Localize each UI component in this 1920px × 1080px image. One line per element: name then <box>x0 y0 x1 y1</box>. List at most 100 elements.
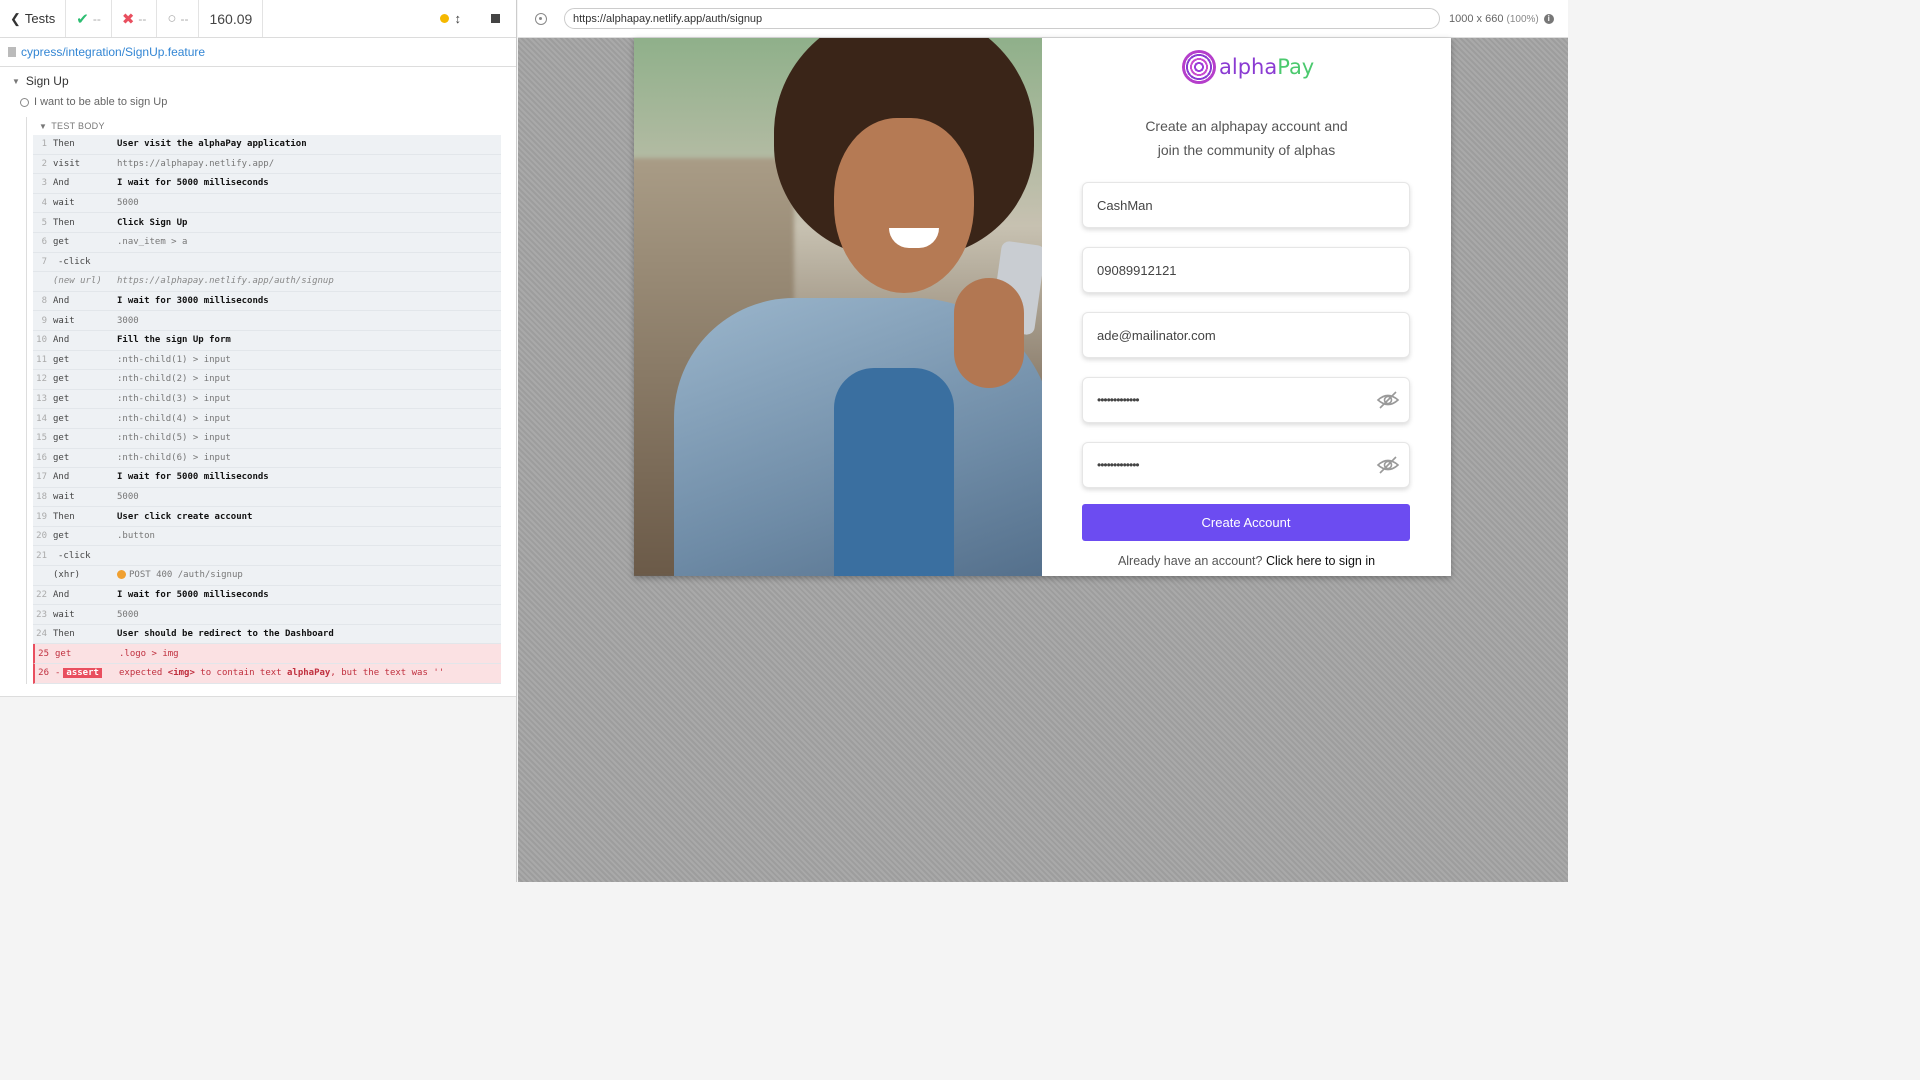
command-name: get <box>53 374 70 385</box>
command-name: Then <box>53 139 75 150</box>
command-row[interactable]: 10 And Fill the sign Up form <box>33 330 501 351</box>
command-message: :nth-child(3) > input <box>117 394 231 405</box>
command-row[interactable]: 6 get .nav_item > a <box>33 232 501 253</box>
aut-stage: alphaPay Create an alphapay account and … <box>518 38 1568 882</box>
command-row[interactable]: 3 And I wait for 5000 milliseconds <box>33 174 501 194</box>
assert-badge: assert <box>63 668 102 679</box>
command-row[interactable]: 2 visit https://alphapay.netlify.app/ <box>33 154 501 175</box>
command-row[interactable]: 11 get:nth-child(1) > input <box>33 350 501 371</box>
command-row[interactable]: 18 wait 5000 <box>33 487 501 508</box>
eye-slash-icon[interactable] <box>1376 390 1400 410</box>
signup-app: alphaPay Create an alphapay account and … <box>634 38 1451 576</box>
command-row[interactable]: 20 get .button <box>33 526 501 547</box>
command-number: 1 <box>41 139 47 150</box>
command-message: User click create account <box>117 511 253 522</box>
phone-field[interactable]: 09089912121 <box>1082 247 1410 293</box>
hero-photo <box>634 38 1042 576</box>
resize-icon[interactable]: ↕ <box>455 11 462 26</box>
chevron-left-icon: ❮ <box>10 10 21 26</box>
confirm-password-field[interactable]: ••••••••••••• <box>1082 442 1410 488</box>
running-dot-icon <box>439 14 449 23</box>
x-icon: ✖ <box>121 10 135 28</box>
command-number: 22 <box>36 589 47 600</box>
command-row[interactable]: (xhr) POST 400 /auth/signup <box>33 566 501 586</box>
command-name: visit <box>53 158 81 169</box>
command-message: :nth-child(2) > input <box>117 374 231 385</box>
reporter-header: ❮ Tests ✔ -- ✖ -- ○ -- 160.09 ↕ <box>0 0 516 38</box>
command-row[interactable]: (new url) https://alphapay.netlify.app/au… <box>33 272 501 292</box>
spec-path[interactable]: cypress/integration/SignUp.feature <box>21 45 205 59</box>
spec-path-bar[interactable]: cypress/integration/SignUp.feature <box>0 38 516 67</box>
command-number: 11 <box>36 354 47 365</box>
tagline: Create an alphapay account and join the … <box>1145 118 1348 158</box>
duration: 160.09 <box>199 0 264 37</box>
command-row[interactable]: 23 wait 5000 <box>33 605 501 625</box>
test-title[interactable]: I want to be able to sign Up <box>0 89 516 111</box>
suite-title[interactable]: ▼ Sign Up <box>0 67 516 89</box>
command-number: 5 <box>41 217 47 228</box>
command-number: 15 <box>36 433 47 444</box>
command-row[interactable]: 5 Then Click Sign Up <box>33 213 501 233</box>
email-field[interactable]: ade@mailinator.com <box>1082 312 1410 358</box>
signup-panel: alphaPay Create an alphapay account and … <box>1042 38 1451 576</box>
command-name: wait <box>53 491 75 502</box>
command-number: 4 <box>41 198 47 209</box>
username-field[interactable]: CashMan <box>1082 182 1410 228</box>
command-name: And <box>53 296 70 307</box>
command-row[interactable]: 17 And I wait for 5000 milliseconds <box>33 468 501 488</box>
command-name: get <box>53 413 70 424</box>
command-row[interactable]: 22 And I wait for 5000 milliseconds <box>33 585 501 606</box>
command-row[interactable]: 15 get:nth-child(5) > input <box>33 428 501 449</box>
eye-slash-icon[interactable] <box>1376 455 1400 475</box>
command-message: Fill the sign Up form <box>117 335 231 346</box>
command-list: 1 Then User visit the alphaPay application… <box>33 135 501 684</box>
command-row[interactable]: 8 And I wait for 3000 milliseconds <box>33 291 501 312</box>
command-name: - assert <box>55 668 119 679</box>
create-account-button[interactable]: Create Account <box>1082 504 1410 541</box>
command-number: 12 <box>36 374 47 385</box>
command-row[interactable]: 9 wait 3000 <box>33 311 501 331</box>
command-number: 13 <box>36 394 47 405</box>
test-body-label[interactable]: ▼ TEST BODY <box>27 117 516 135</box>
assert-error-row[interactable]: 26 - assert expected <img> to contain text … <box>33 664 501 684</box>
caret-down-icon: ▼ <box>12 76 20 86</box>
command-message: :nth-child(5) > input <box>117 433 231 444</box>
command-row[interactable]: 1 Then User visit the alphaPay application <box>33 135 501 155</box>
command-row[interactable]: 13 get:nth-child(3) > input <box>33 389 501 410</box>
command-message: https://alphapay.netlify.app/ <box>117 158 275 169</box>
crosshair-icon[interactable] <box>535 12 547 25</box>
alphapay-logo[interactable]: alphaPay <box>1182 50 1314 84</box>
command-number: 23 <box>36 609 47 620</box>
file-icon <box>8 47 16 57</box>
signin-link[interactable]: Click here to sign in <box>1266 554 1375 568</box>
command-message: I wait for 5000 milliseconds <box>117 178 269 189</box>
command-number: 24 <box>36 629 47 640</box>
command-row[interactable]: 25 get .logo > img <box>33 644 501 665</box>
command-row[interactable]: 14 get:nth-child(4) > input <box>33 409 501 429</box>
command-row[interactable]: 4 wait 5000 <box>33 193 501 214</box>
tests-back-button[interactable]: ❮ Tests <box>0 0 67 37</box>
info-icon[interactable]: i <box>1543 13 1554 24</box>
aut-header: https://alphapay.netlify.app/auth/signup… <box>518 0 1568 38</box>
command-message: :nth-child(4) > input <box>117 413 231 424</box>
command-row[interactable]: 12 get :nth-child(2) > input <box>33 370 501 390</box>
command-row[interactable]: 7 -click <box>33 252 501 273</box>
command-message: 5000 <box>117 198 139 209</box>
spinner-icon <box>20 97 29 107</box>
url-bar[interactable]: https://alphapay.netlify.app/auth/signup <box>564 8 1440 29</box>
command-message: https://alphapay.netlify.app/auth/signup <box>117 276 334 287</box>
command-name: get <box>53 531 70 542</box>
cypress-reporter: ❮ Tests ✔ -- ✖ -- ○ -- 160.09 ↕ cypress/… <box>0 0 517 882</box>
viewport-size: 1000 x 660 (100%) <box>1449 12 1539 25</box>
command-number: 18 <box>36 491 47 502</box>
command-name: And <box>53 472 70 483</box>
stop-icon[interactable] <box>491 14 500 23</box>
command-row[interactable]: 16 get:nth-child(6) > input <box>33 448 501 469</box>
command-row[interactable]: 21 -click <box>33 546 501 567</box>
command-row[interactable]: 24 Then User should be redirect to the Das… <box>33 624 501 645</box>
password-field[interactable]: ••••••••••••• <box>1082 377 1410 423</box>
command-name: Then <box>53 511 75 522</box>
command-name: -click <box>58 550 91 561</box>
command-message: I wait for 5000 milliseconds <box>117 472 269 483</box>
command-row[interactable]: 19 Then User click create account <box>33 507 501 527</box>
